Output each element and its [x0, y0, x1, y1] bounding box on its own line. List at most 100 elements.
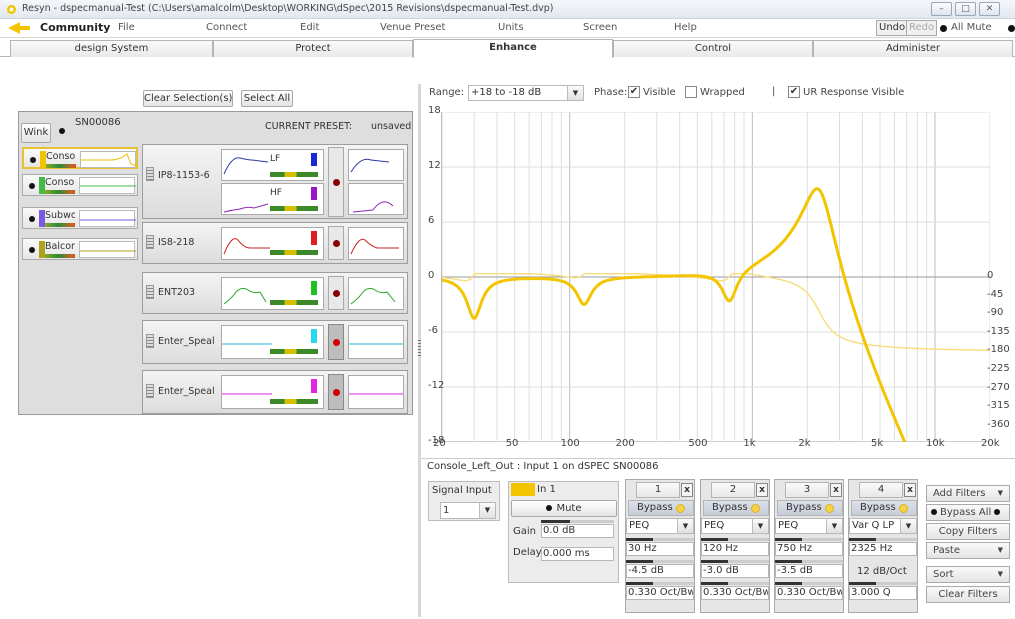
input-color-tag	[511, 483, 535, 496]
speaker-enter-speaker-1[interactable]: Enter_Speal	[142, 320, 408, 364]
q-field[interactable]: 0.330 Oct/Bw	[775, 586, 843, 600]
copy-filters-button[interactable]: Copy Filters	[926, 523, 1010, 540]
gain-slider[interactable]	[775, 560, 843, 563]
q-slider[interactable]	[626, 582, 694, 585]
phase-visible-checkbox[interactable]: ✔	[628, 86, 640, 98]
source-subwoofer[interactable]: Subwoo	[22, 207, 138, 229]
menu-file[interactable]: File	[118, 22, 135, 33]
paste-dropdown[interactable]: Paste ▼	[926, 542, 1010, 559]
enter1-mute-button[interactable]	[328, 324, 344, 360]
magnitude-curve	[441, 187, 990, 464]
menu-screen[interactable]: Screen	[583, 22, 617, 33]
menu-help[interactable]: Help	[674, 22, 697, 33]
speaker-is8-218[interactable]: IS8-218	[142, 222, 408, 264]
enter2-mute-button[interactable]	[328, 374, 344, 410]
close-icon[interactable]: x	[830, 483, 842, 497]
select-all-button[interactable]: Select All	[241, 90, 293, 107]
q-slider[interactable]	[701, 582, 769, 585]
tab-control[interactable]: Control	[613, 40, 813, 57]
tab-administer[interactable]: Administer	[813, 40, 1013, 57]
gain-field[interactable]: -4.5 dB	[626, 564, 694, 578]
is8-band-thumb[interactable]	[221, 227, 324, 260]
hf-meter	[270, 206, 318, 211]
enter1-band-thumb[interactable]	[221, 325, 324, 359]
sort-dropdown[interactable]: Sort ▼	[926, 566, 1010, 583]
is8-mute-button[interactable]	[328, 226, 344, 260]
ur-response-label: UR Response Visible	[803, 87, 905, 98]
source-balcony[interactable]: Balcony	[22, 238, 138, 260]
mute-button[interactable]: Mute	[511, 500, 617, 517]
freq-slider[interactable]	[849, 538, 917, 541]
delay-field[interactable]: 0.000 ms	[541, 547, 614, 561]
lf-band-thumb[interactable]: LF	[221, 149, 324, 181]
freq-slider[interactable]	[626, 538, 694, 541]
gain-field[interactable]: 0.0 dB	[541, 524, 614, 538]
minimize-button[interactable]: –	[931, 2, 952, 16]
filter-type-select[interactable]: PEQ ▼	[701, 518, 769, 534]
tab-enhance[interactable]: Enhance	[413, 39, 613, 58]
speaker-enter-speaker-2[interactable]: Enter_Speal	[142, 370, 408, 414]
ent203-mute-button[interactable]	[328, 276, 344, 310]
q-slider[interactable]	[775, 582, 843, 585]
x-tick-label: 2k	[798, 438, 811, 449]
freq-slider[interactable]	[701, 538, 769, 541]
menu-venue-preset[interactable]: Venue Preset	[380, 22, 445, 33]
gain-field[interactable]: -3.5 dB	[775, 564, 843, 578]
frequency-response-plot[interactable]	[441, 111, 991, 464]
menu-bar: Community File Connect Edit Venue Preset…	[0, 19, 1015, 38]
range-select[interactable]: +18 to -18 dB ▼	[468, 85, 584, 101]
bypass-button[interactable]: Bypass	[777, 500, 843, 516]
close-icon[interactable]: x	[904, 483, 916, 497]
menu-connect[interactable]: Connect	[206, 22, 247, 33]
menu-edit[interactable]: Edit	[300, 22, 319, 33]
speaker-ip8-1153[interactable]: IP8-1153-6 LF HF	[142, 144, 408, 219]
ent203-band-thumb[interactable]	[221, 277, 324, 310]
menu-units[interactable]: Units	[498, 22, 524, 33]
q-field[interactable]: 3.000 Q	[849, 586, 917, 600]
gain-slider[interactable]	[626, 560, 694, 563]
filter-type-select[interactable]: Var Q LP ▼	[849, 518, 917, 534]
phase-wrapped-checkbox[interactable]	[685, 86, 697, 98]
gain-field[interactable]: -3.0 dB	[701, 564, 769, 578]
gain-slider[interactable]	[541, 520, 614, 523]
response-graph	[441, 111, 991, 464]
ur-response-checkbox[interactable]: ✔	[788, 86, 800, 98]
all-mute-label[interactable]: All Mute	[951, 22, 992, 33]
hf-band-thumb[interactable]: HF	[221, 183, 324, 215]
add-filters-dropdown[interactable]: Add Filters ▼	[926, 485, 1010, 502]
wink-button[interactable]: Wink	[21, 123, 51, 143]
q-slider[interactable]	[849, 582, 917, 585]
freq-field[interactable]: 2325 Hz	[849, 542, 917, 556]
clear-selections-button[interactable]: Clear Selection(s)	[143, 90, 233, 107]
speaker-ent203[interactable]: ENT203	[142, 272, 408, 314]
enter2-band-thumb[interactable]	[221, 375, 324, 409]
freq-field[interactable]: 30 Hz	[626, 542, 694, 556]
source-status-dot-icon	[29, 183, 35, 189]
source-console-right[interactable]: Console	[22, 174, 138, 196]
bypass-all-button[interactable]: Bypass All	[926, 504, 1010, 521]
source-console-left[interactable]: Console	[22, 147, 138, 169]
filter-type-select[interactable]: PEQ ▼	[775, 518, 843, 534]
maximize-button[interactable]: □	[955, 2, 976, 16]
redo-button[interactable]: Redo	[906, 20, 938, 36]
bypass-button[interactable]: Bypass	[703, 500, 769, 516]
bypass-button[interactable]: Bypass	[628, 500, 694, 516]
ip8-mute-button[interactable]	[328, 147, 344, 217]
tab-protect[interactable]: Protect	[213, 40, 413, 57]
filter-type-select[interactable]: PEQ ▼	[626, 518, 694, 534]
gain-slider[interactable]	[701, 560, 769, 563]
clear-filters-button[interactable]: Clear Filters	[926, 586, 1010, 603]
q-field[interactable]: 0.330 Oct/Bw	[626, 586, 694, 600]
freq-field[interactable]: 120 Hz	[701, 542, 769, 556]
close-icon[interactable]: x	[756, 483, 768, 497]
q-field[interactable]: 0.330 Oct/Bw	[701, 586, 769, 600]
undo-button[interactable]: Undo	[876, 20, 909, 36]
close-icon[interactable]: x	[681, 483, 693, 497]
bypass-button[interactable]: Bypass	[851, 500, 917, 516]
freq-slider[interactable]	[775, 538, 843, 541]
tab-design-system[interactable]: design System	[10, 40, 213, 57]
close-button[interactable]: ✕	[979, 2, 1000, 16]
chevron-down-icon: ▼	[567, 86, 583, 100]
freq-field[interactable]: 750 Hz	[775, 542, 843, 556]
signal-input-select[interactable]: 1 ▼	[440, 502, 496, 519]
